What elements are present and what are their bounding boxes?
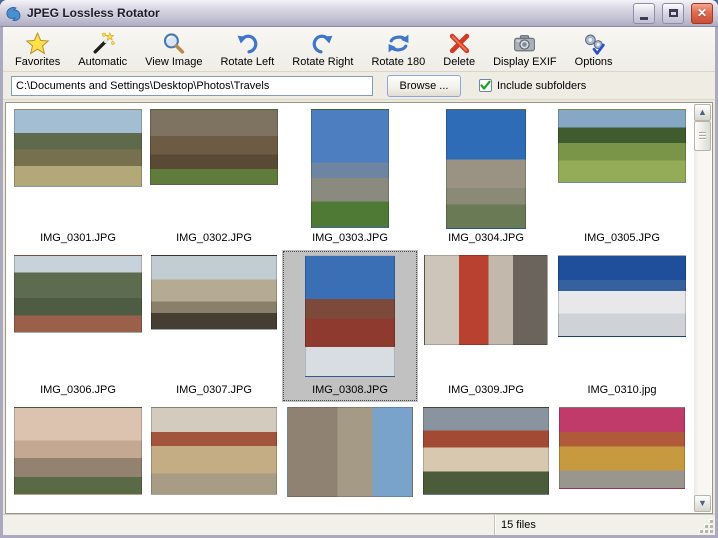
thumbnail-image-riverside-buildings-boats[interactable]: [151, 255, 277, 330]
thumbnail-image-bare-tree-in-paddock[interactable]: [14, 109, 142, 187]
thumbnail-cell[interactable]: IMG_0309.JPG: [418, 250, 554, 402]
window-title: JPEG Lossless Rotator: [27, 6, 626, 20]
magnifier-icon: [161, 31, 186, 56]
vertical-scrollbar[interactable]: ▲ ▼: [694, 104, 711, 512]
folder-path-input[interactable]: [11, 76, 373, 96]
star-icon: [25, 31, 50, 56]
automatic-button[interactable]: Automatic: [70, 29, 135, 71]
scroll-up-icon: ▲: [698, 108, 707, 117]
thumbnail-cell[interactable]: IMG_0301.JPG: [10, 104, 146, 250]
thumbnail-filename: IMG_0301.JPG: [10, 232, 146, 244]
maximize-icon: [669, 9, 678, 17]
thumbnail-cell[interactable]: IMG_0305.JPG: [554, 104, 690, 250]
app-window: JPEG Lossless Rotator ✕ Favorites: [0, 0, 718, 538]
options-button[interactable]: Options: [567, 29, 621, 71]
status-file-count: 15 files: [495, 515, 715, 535]
thumbnail-cell[interactable]: [418, 402, 554, 513]
thumbnail-image-red-pagoda-in-snow[interactable]: [305, 255, 395, 377]
thumbnail-image-old-wooden-wagon-wheels[interactable]: [150, 109, 278, 185]
toolbar: Favorites Automatic View Image: [3, 27, 715, 72]
thumbnail-image-rotated-cathedral-sideways[interactable]: [287, 407, 413, 497]
thumbnail-image-palm-street-with-dome[interactable]: [14, 255, 142, 333]
thumbnail-cell[interactable]: IMG_0307.JPG: [146, 250, 282, 402]
thumbnail-image-sideways-red-lanterns-shop[interactable]: [424, 255, 548, 345]
rotate-right-button[interactable]: Rotate Right: [284, 29, 361, 71]
scroll-up-button[interactable]: ▲: [694, 104, 711, 121]
thumbnail-cell[interactable]: IMG_0303.JPG: [282, 104, 418, 250]
check-icon: [480, 80, 491, 91]
browse-button[interactable]: Browse ...: [387, 75, 461, 97]
include-subfolders-checkbox[interactable]: [479, 79, 492, 92]
thumbnail-cell-selected[interactable]: IMG_0308.JPG: [282, 250, 418, 402]
thumbnail-filename: IMG_0304.JPG: [418, 232, 554, 244]
rotate-left-button[interactable]: Rotate Left: [212, 29, 282, 71]
thumbnail-cell[interactable]: [10, 402, 146, 513]
view-image-button[interactable]: View Image: [137, 29, 210, 71]
thumbnail-filename: IMG_0308.JPG: [282, 384, 418, 396]
red-x-icon: [447, 31, 472, 56]
scroll-down-button[interactable]: ▼: [694, 495, 711, 512]
thumbnail-panel: IMG_0301.JPGIMG_0302.JPGIMG_0303.JPGIMG_…: [5, 102, 713, 514]
include-subfolders-option[interactable]: Include subfolders: [479, 79, 586, 92]
delete-button[interactable]: Delete: [435, 29, 483, 71]
scrollbar-track[interactable]: [694, 121, 711, 495]
thumbnail-cell[interactable]: IMG_0304.JPG: [418, 104, 554, 250]
thumbnail-filename: IMG_0310.jpg: [554, 384, 690, 396]
thumbnail-image-red-roofed-palace-garden[interactable]: [423, 407, 549, 495]
address-bar: Browse ... Include subfolders: [3, 72, 715, 100]
favorites-button[interactable]: Favorites: [7, 29, 68, 71]
minimize-icon: [640, 17, 648, 20]
scroll-down-icon: ▼: [698, 499, 707, 508]
thumbnail-image-prague-river-tower-buildings[interactable]: [151, 407, 277, 495]
display-exif-button[interactable]: Display EXIF: [485, 29, 565, 71]
maximize-button[interactable]: [662, 3, 684, 24]
close-button[interactable]: ✕: [691, 3, 713, 24]
content-area: IMG_0301.JPGIMG_0302.JPGIMG_0303.JPGIMG_…: [3, 100, 715, 514]
thumbnail-filename: IMG_0302.JPG: [146, 232, 282, 244]
thumbnail-cell[interactable]: IMG_0310.jpg: [554, 250, 690, 402]
window-frame: Favorites Automatic View Image: [0, 27, 718, 538]
app-icon: [5, 5, 22, 22]
rotate-180-button[interactable]: Rotate 180: [363, 29, 433, 71]
thumbnail-cell[interactable]: [146, 402, 282, 513]
thumbnail-grid: IMG_0301.JPGIMG_0302.JPGIMG_0303.JPGIMG_…: [10, 104, 693, 513]
thumbnail-filename: IMG_0309.JPG: [418, 384, 554, 396]
thumbnail-image-church-steeple-portrait[interactable]: [311, 109, 389, 228]
thumbnail-cell[interactable]: [554, 402, 690, 513]
thumbnail-filename: IMG_0305.JPG: [554, 232, 690, 244]
thumbnail-image-stone-church-portrait[interactable]: [446, 109, 526, 229]
thumbnail-cell[interactable]: IMG_0306.JPG: [10, 250, 146, 402]
thumbnail-filename: IMG_0307.JPG: [146, 384, 282, 396]
rotate-right-arrow-icon: [310, 31, 335, 56]
close-icon: ✕: [697, 7, 707, 19]
status-bar: 15 files: [3, 514, 715, 535]
thumbnail-image-colorful-market-stall[interactable]: [559, 407, 685, 489]
status-section-empty: [3, 515, 495, 535]
gears-check-icon: [581, 31, 606, 56]
thumbnail-filename: IMG_0303.JPG: [282, 232, 418, 244]
rotate-180-arrows-icon: [386, 31, 411, 56]
minimize-button[interactable]: [633, 3, 655, 24]
include-subfolders-label: Include subfolders: [497, 80, 586, 92]
thumbnail-image-white-cathedral-columns[interactable]: [558, 255, 686, 337]
resize-grip-icon[interactable]: [700, 520, 713, 533]
magic-wand-icon: [90, 31, 115, 56]
scrollbar-thumb[interactable]: [694, 121, 711, 151]
thumbnail-cell[interactable]: IMG_0302.JPG: [146, 104, 282, 250]
thumbnail-filename: IMG_0306.JPG: [10, 384, 146, 396]
thumbnail-image-hazy-city-skyline[interactable]: [14, 407, 142, 495]
thumbnail-image-grassy-field[interactable]: [558, 109, 686, 183]
title-bar: JPEG Lossless Rotator ✕: [0, 0, 718, 27]
camera-icon: [512, 31, 537, 56]
rotate-left-arrow-icon: [235, 31, 260, 56]
thumbnail-cell[interactable]: [282, 402, 418, 513]
